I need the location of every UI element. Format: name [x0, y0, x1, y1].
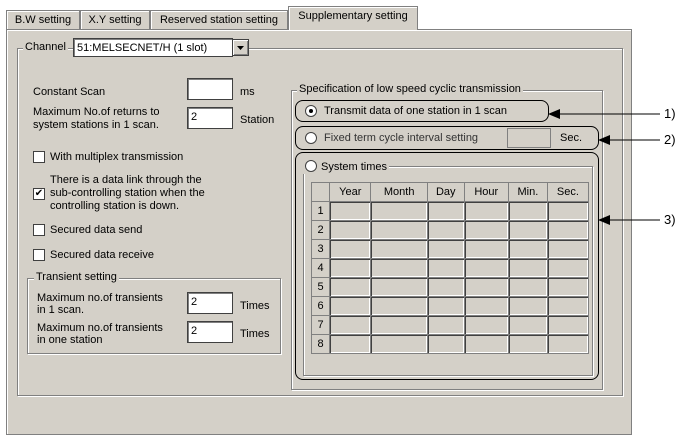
tab-supplementary-setting[interactable]: Supplementary setting: [288, 6, 418, 30]
callout-arrow-2: [598, 135, 660, 145]
callout-arrow-3: [598, 215, 660, 225]
callout-label-1: 1): [664, 106, 676, 121]
callout-label-3: 3): [664, 212, 676, 227]
callout-arrow-1: [548, 109, 660, 119]
callout-label-2: 2): [664, 132, 676, 147]
callout-arrows: [548, 109, 660, 225]
